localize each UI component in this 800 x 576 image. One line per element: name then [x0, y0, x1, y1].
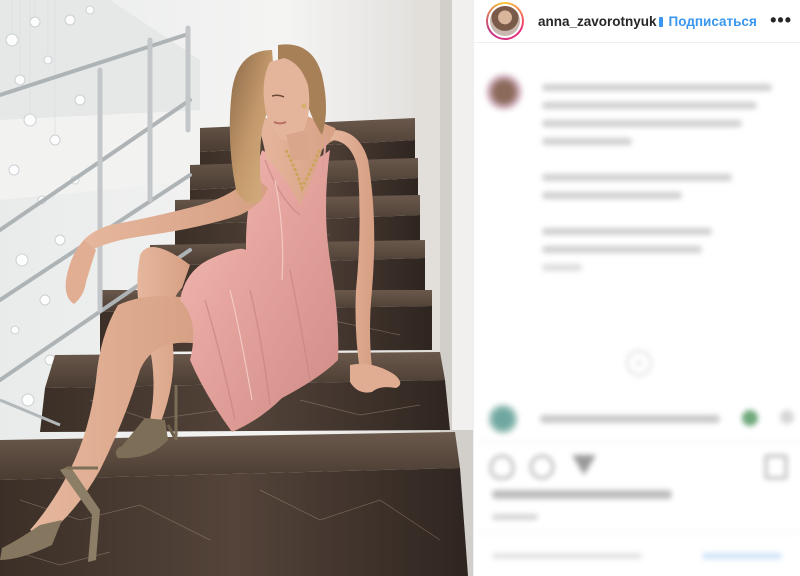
post-date [492, 514, 538, 520]
username-link[interactable]: anna_zavorotnyuk [538, 14, 663, 29]
add-comment-bar [474, 532, 800, 576]
loader-icon[interactable] [626, 350, 652, 376]
post-header: anna_zavorotnyuk Подписаться ••• [474, 0, 800, 43]
share-icon[interactable] [572, 455, 596, 475]
blurred-comments-region [474, 44, 800, 576]
comment-icon[interactable] [530, 455, 554, 479]
verified-badge-icon [658, 16, 663, 27]
caption-avatar [486, 74, 522, 110]
comment-emoji [742, 410, 758, 426]
username-text: anna_zavorotnyuk [538, 13, 657, 29]
post-photo[interactable] [0, 0, 473, 576]
add-comment-input[interactable] [492, 553, 642, 559]
comment-text [540, 415, 720, 423]
heart-icon[interactable] [490, 455, 514, 479]
more-options-icon[interactable]: ••• [770, 11, 792, 29]
publish-button[interactable] [702, 553, 782, 559]
action-bar [474, 442, 800, 482]
avatar[interactable] [486, 2, 524, 40]
post-side-panel: anna_zavorotnyuk Подписаться ••• [473, 0, 800, 576]
follow-button[interactable]: Подписаться [669, 14, 757, 29]
caption-text [542, 78, 782, 282]
comment-avatar [488, 404, 518, 434]
comment-like-icon[interactable] [780, 410, 794, 424]
likes-count[interactable] [492, 490, 672, 499]
avatar-border [488, 4, 522, 38]
save-icon[interactable] [765, 455, 787, 479]
avatar-image [490, 6, 520, 36]
post-photo-illustration [0, 0, 473, 576]
comment-row [488, 404, 794, 434]
